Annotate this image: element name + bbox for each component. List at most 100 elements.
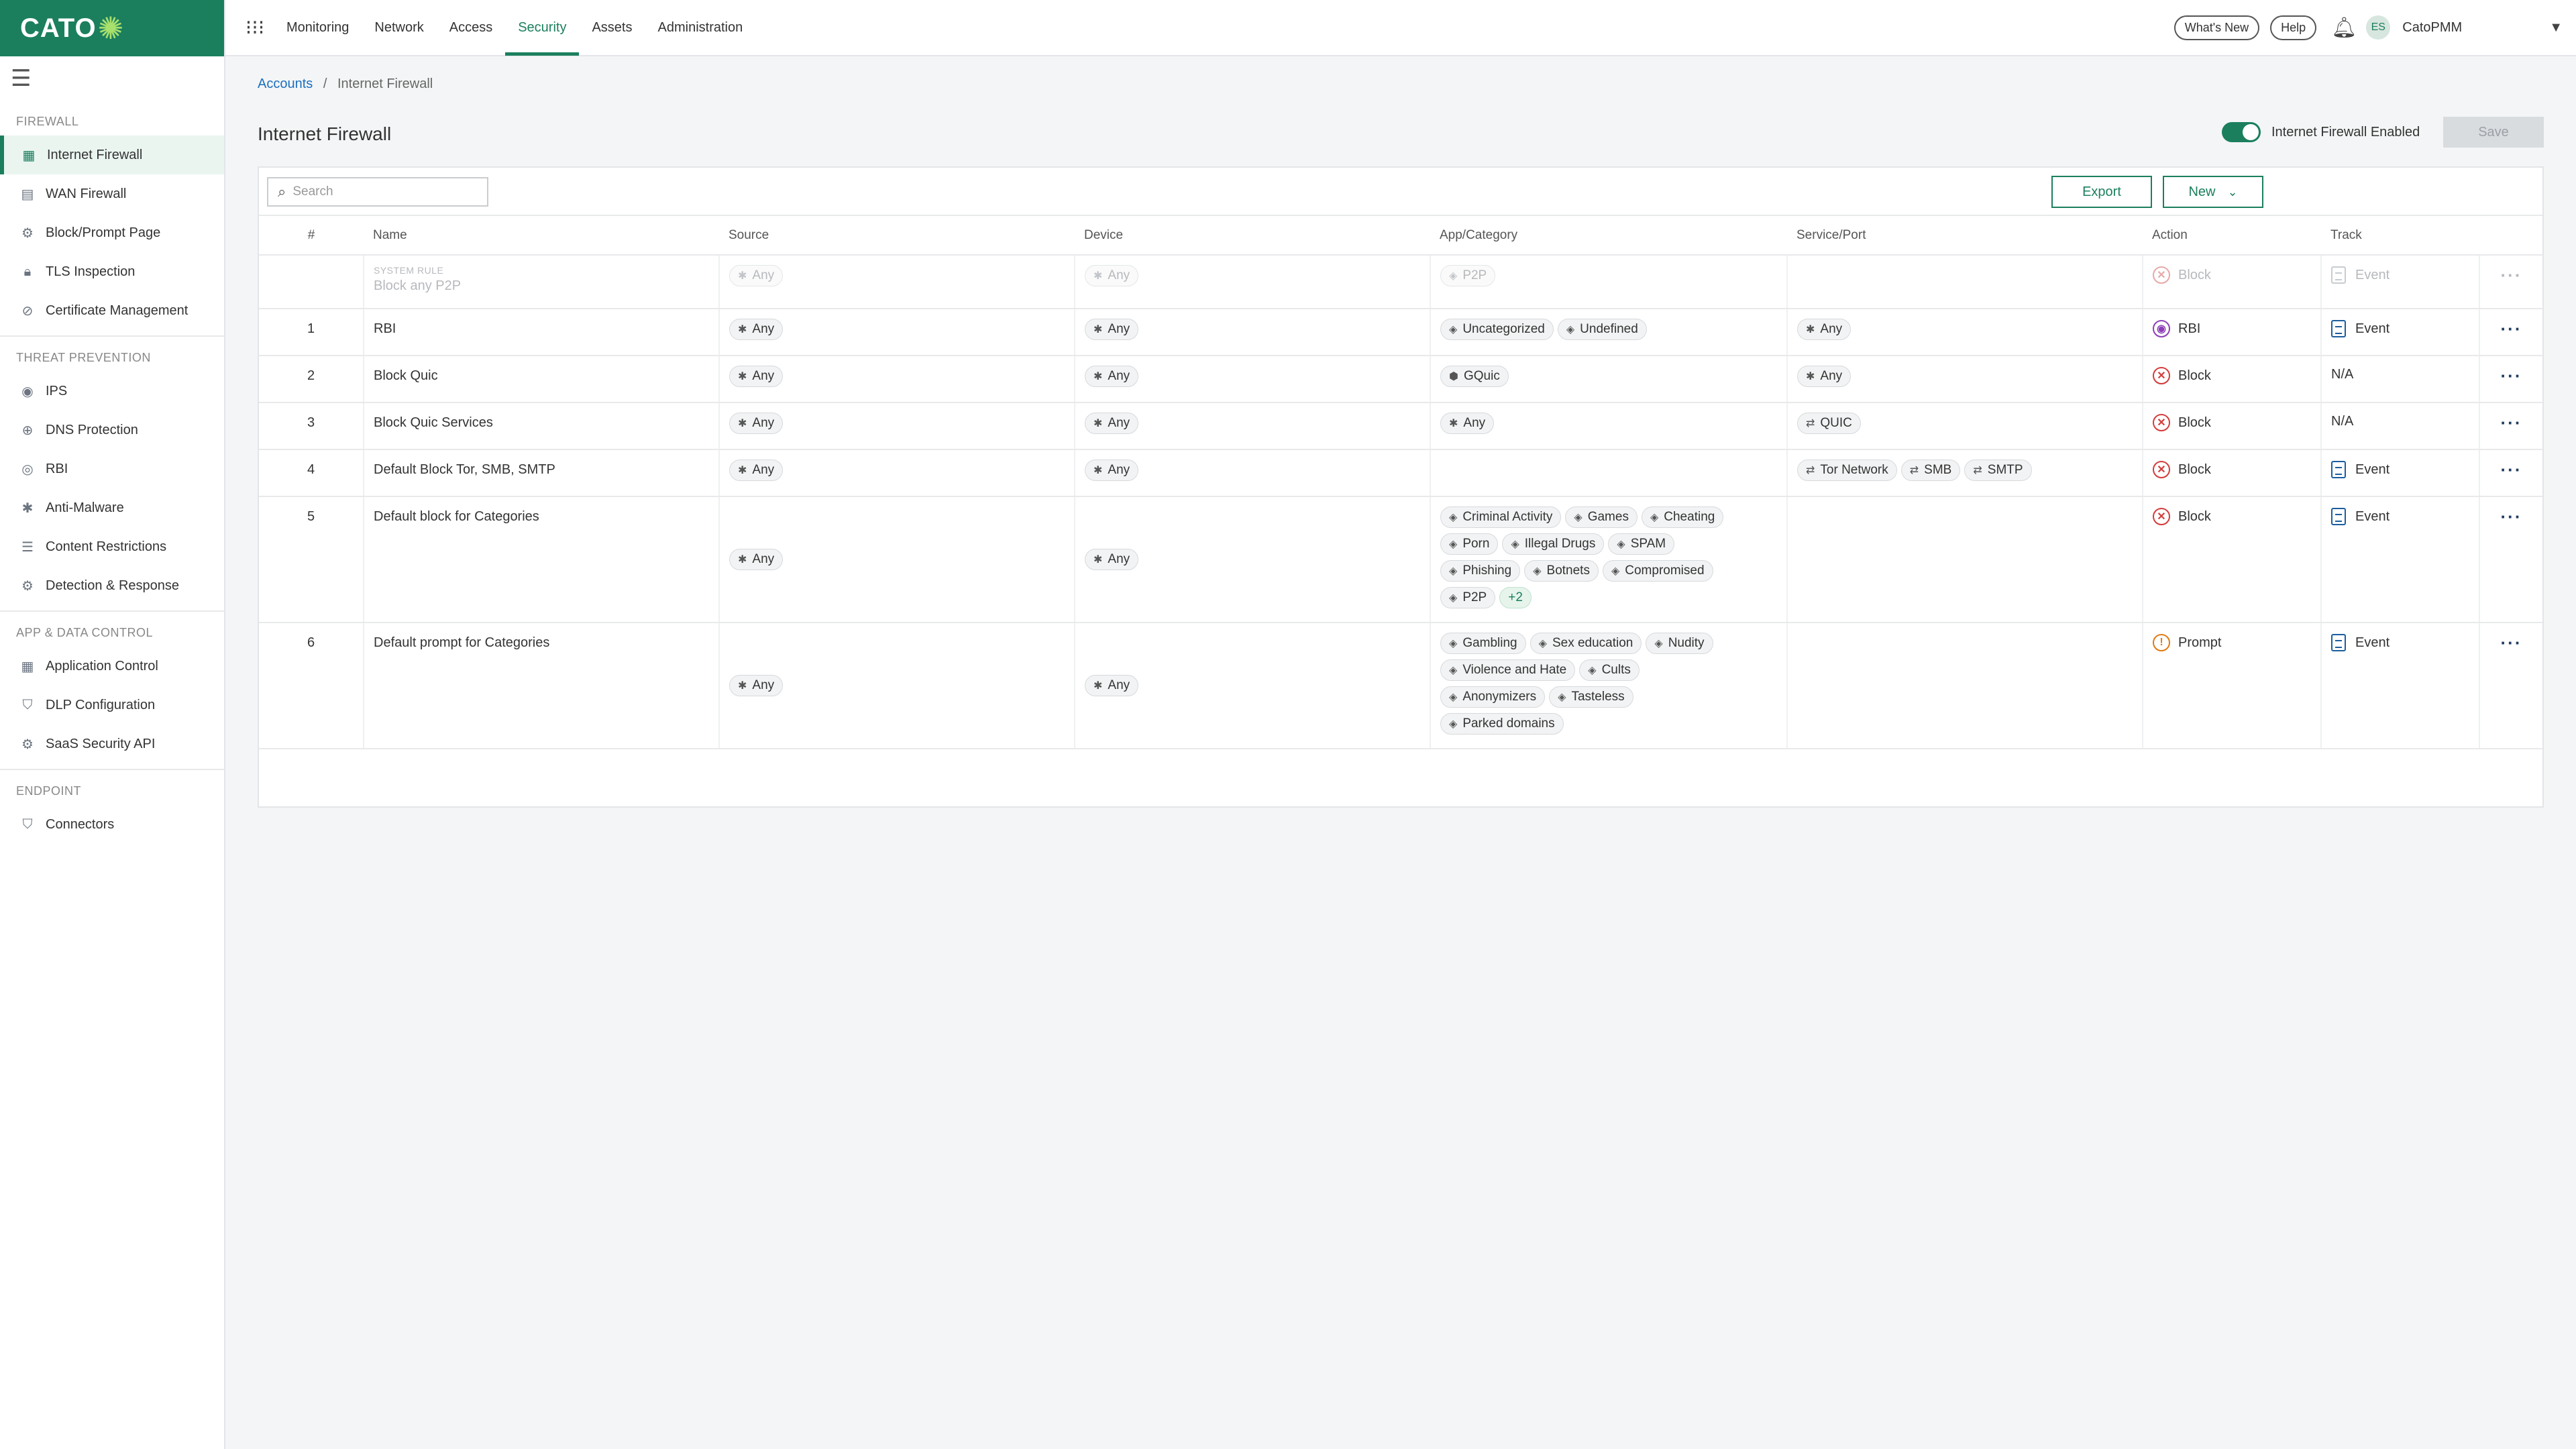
export-button[interactable]: Export: [2051, 176, 2152, 208]
nav-security[interactable]: Security: [505, 0, 580, 56]
source-cell: ✱ Any: [719, 255, 1075, 309]
sidebar-section-title: THREAT PREVENTION: [16, 351, 151, 364]
save-button[interactable]: Save: [2443, 117, 2544, 148]
track: N/A: [2331, 367, 2353, 382]
row-menu-icon[interactable]: ···: [2479, 449, 2542, 497]
table-row[interactable]: 5 Default block for Categories ✱ Any ✱ Any…: [259, 496, 2542, 623]
nav-assets[interactable]: Assets: [579, 0, 645, 56]
chip-label: Cheating: [1664, 510, 1715, 524]
chip: ✱ Any: [1085, 413, 1139, 434]
sidebar-item-application-control[interactable]: ▦ Application Control: [0, 647, 224, 686]
caret-down-icon[interactable]: ▼: [2549, 20, 2563, 36]
row-menu-icon[interactable]: ···: [2479, 623, 2542, 749]
sidebar-item-rbi[interactable]: ◎ RBI: [0, 449, 224, 488]
sidebar-item-detection-response[interactable]: ⚙ Detection & Response: [0, 566, 224, 605]
chip: ◈ SPAM: [1608, 533, 1675, 555]
sidebar-item-tls-inspection[interactable]: 🔒︎ TLS Inspection: [0, 252, 224, 291]
col-header-track[interactable]: Track: [2321, 216, 2479, 256]
col-header-name[interactable]: Name: [364, 216, 719, 256]
col-header-app-category[interactable]: App/Category: [1430, 216, 1787, 256]
row-menu-icon[interactable]: ···: [2479, 255, 2542, 309]
col-header-number[interactable]: #: [259, 216, 364, 256]
app-launcher-icon[interactable]: ⁝⁝⁝: [236, 16, 274, 40]
chip-label: Any: [1108, 369, 1130, 383]
more-chip[interactable]: +2: [1499, 587, 1532, 608]
chip: ✱ Any: [729, 460, 784, 481]
sidebar-item-internet-firewall[interactable]: ▦ Internet Firewall: [0, 136, 224, 174]
sidebar-item-dlp-configuration[interactable]: ⛉ DLP Configuration: [0, 686, 224, 724]
row-menu-icon[interactable]: ···: [2479, 402, 2542, 450]
table-row[interactable]: 1 RBI ✱ Any ✱ Any ◈ Uncategorized ◈ Undefined…: [259, 309, 2542, 356]
help-button[interactable]: Help: [2270, 15, 2317, 40]
device-cell: ✱ Any: [1075, 402, 1431, 450]
chip-label: Criminal Activity: [1462, 510, 1553, 524]
rule-number: 6: [259, 623, 364, 749]
toggle-switch[interactable]: [2222, 122, 2261, 142]
row-menu-icon[interactable]: ···: [2479, 356, 2542, 403]
col-header-action[interactable]: Action: [2143, 216, 2321, 256]
search-box[interactable]: ⌕: [267, 177, 488, 207]
col-header-device[interactable]: Device: [1075, 216, 1430, 256]
chip-label: Compromised: [1625, 564, 1705, 578]
chip-label: Nudity: [1668, 636, 1705, 650]
toggle-label: Internet Firewall Enabled: [2271, 124, 2420, 140]
row-menu-icon[interactable]: ···: [2479, 309, 2542, 356]
whats-new-button[interactable]: What's New: [2174, 15, 2260, 40]
track: Event: [2331, 266, 2390, 284]
shield-icon: ⛉: [22, 697, 33, 712]
chip: ◈ Gambling: [1440, 633, 1526, 654]
bell-icon[interactable]: 🔔︎: [2331, 16, 2357, 40]
col-header-source[interactable]: Source: [719, 216, 1075, 256]
chip-label: Tasteless: [1571, 690, 1625, 704]
sidebar-item-anti-malware[interactable]: ✱ Anti-Malware: [0, 488, 224, 527]
action-label: Block: [2178, 508, 2211, 524]
table-row[interactable]: 4 Default Block Tor, SMB, SMTP ✱ Any ✱ Any…: [259, 449, 2542, 497]
nav-network[interactable]: Network: [362, 0, 436, 56]
rule-number: 2: [259, 356, 364, 403]
service-cell: [1787, 255, 2143, 309]
table-row[interactable]: 3 Block Quic Services ✱ Any ✱ Any ✱ Any ⇄ QU…: [259, 402, 2542, 450]
sidebar-item-label: Application Control: [46, 658, 158, 674]
col-header-service-port[interactable]: Service/Port: [1787, 216, 2143, 256]
sidebar-item-connectors[interactable]: ⛉ Connectors: [0, 805, 224, 844]
sidebar-item-wan-firewall[interactable]: ▤ WAN Firewall: [0, 174, 224, 213]
prompt-icon: !: [2153, 634, 2170, 651]
asterisk-icon: ✱: [738, 324, 747, 335]
chip: ✱ Any: [1085, 366, 1139, 387]
system-rule-row[interactable]: SYSTEM RULE Block any P2P ✱ Any ✱ Any ◈ P2P…: [259, 255, 2542, 309]
chip-label: Uncategorized: [1462, 322, 1545, 336]
new-button[interactable]: New ⌄: [2163, 176, 2263, 208]
table-row[interactable]: 6 Default prompt for Categories ✱ Any ✱ An…: [259, 623, 2542, 749]
firewall-enabled-toggle[interactable]: Internet Firewall Enabled: [2222, 122, 2420, 142]
chip-label: Porn: [1462, 537, 1490, 551]
sidebar-item-certificate-management[interactable]: ⊘ Certificate Management: [0, 291, 224, 330]
table-row[interactable]: 2 Block Quic ✱ Any ✱ Any ⬢ GQuic ✱ Any ✕ Bloc…: [259, 356, 2542, 403]
hamburger-menu-icon[interactable]: ☰: [0, 56, 224, 101]
search-input[interactable]: [292, 184, 474, 199]
avatar[interactable]: ES: [2366, 15, 2391, 40]
row-menu-icon[interactable]: ···: [2479, 496, 2542, 623]
nav-administration[interactable]: Administration: [645, 0, 756, 56]
gear-icon: ⚙: [21, 578, 34, 594]
chip-label: SMTP: [1987, 463, 2023, 477]
sidebar-item-saas-security-api[interactable]: ⚙ SaaS Security API: [0, 724, 224, 763]
chip: ✱ Any: [1440, 413, 1495, 434]
breadcrumb-accounts[interactable]: Accounts: [258, 76, 313, 91]
chip: ⇄ QUIC: [1797, 413, 1861, 434]
sidebar-item-dns-protection[interactable]: ⊕ DNS Protection: [0, 411, 224, 449]
sidebar-item-content-restrictions[interactable]: ☰ Content Restrictions: [0, 527, 224, 566]
sidebar-item-ips[interactable]: ◉ IPS: [0, 372, 224, 411]
category-icon: ◈: [1611, 566, 1620, 577]
account-name[interactable]: CatoPMM: [2402, 20, 2462, 36]
app-cell: ◈ Gambling ◈ Sex education ◈ Nudity ◈ Violence…: [1430, 623, 1788, 749]
action-label: RBI: [2178, 321, 2201, 336]
source-cell: ✱ Any: [719, 402, 1075, 450]
chip: ◈ P2P: [1440, 265, 1496, 286]
chip: ◈ Botnets: [1524, 560, 1599, 582]
nav-access[interactable]: Access: [437, 0, 505, 56]
action-label: Block: [2178, 462, 2211, 477]
nav-monitoring[interactable]: Monitoring: [274, 0, 362, 56]
logo[interactable]: CATO ✺: [0, 0, 224, 56]
sidebar-item-block-prompt-page[interactable]: ⚙ Block/Prompt Page: [0, 213, 224, 252]
chip: ✱ Any: [1797, 366, 1851, 387]
